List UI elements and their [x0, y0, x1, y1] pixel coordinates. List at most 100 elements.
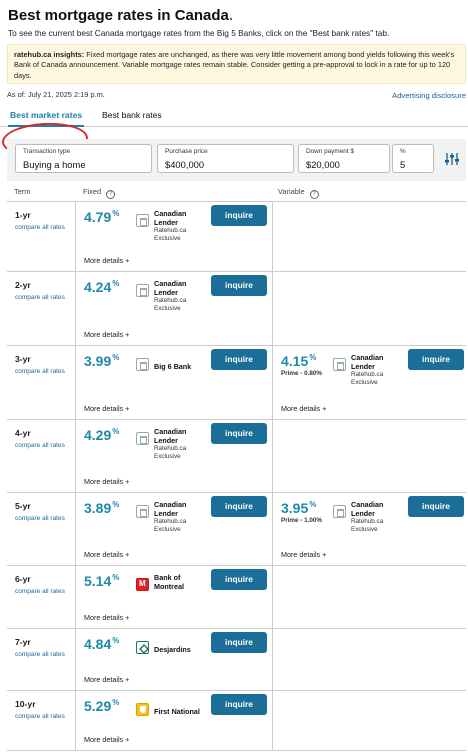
fixed-rate-cell: 3.89% Canadian Lender Ratehub.ca Exclusive in…	[75, 493, 273, 565]
inquire-button[interactable]: inquire	[211, 275, 267, 296]
building-icon	[136, 432, 149, 445]
lender-name: Canadian	[351, 500, 384, 509]
inquire-button[interactable]: inquire	[408, 349, 464, 370]
inquire-button[interactable]: inquire	[211, 349, 267, 370]
more-details-link[interactable]: More details +	[281, 404, 326, 413]
fixed-rate-cell: 5.29% First National inquire More details +	[75, 691, 273, 750]
tab-best-bank-rates[interactable]: Best bank rates	[102, 110, 162, 120]
building-icon	[136, 505, 149, 518]
more-details-link[interactable]: More details +	[84, 330, 129, 339]
insights-banner: ratehub.ca insights: Fixed mortgage rate…	[7, 44, 466, 84]
lender-subtitle: Exclusive	[154, 526, 181, 533]
more-details-link[interactable]: More details +	[84, 256, 129, 265]
purchase-price-input[interactable]: Purchase price $400,000	[157, 144, 294, 173]
compare-all-rates-link[interactable]: compare all rates	[15, 588, 65, 595]
fixed-rate-cell: 5.14% Bank ofMontreal inquire More details …	[75, 566, 273, 628]
compare-all-rates-link[interactable]: compare all rates	[15, 651, 65, 658]
lender-subtitle: Ratehub.ca	[154, 518, 187, 525]
inquire-button[interactable]: inquire	[211, 423, 267, 444]
lender-name: Big 6 Bank	[154, 362, 192, 371]
term-label: 10-yr	[15, 699, 36, 709]
variable-rate-cell-empty	[273, 202, 466, 271]
lender-name: Canadian	[154, 209, 187, 218]
transaction-type-value: Buying a home	[23, 159, 86, 170]
inquire-button[interactable]: inquire	[408, 496, 464, 517]
building-icon	[136, 358, 149, 371]
sliders-icon[interactable]	[444, 151, 460, 167]
table-row: 10-yr compare all rates 5.29% First Nationa…	[7, 690, 466, 750]
as-of-timestamp: As of: July 21, 2025 2:19 p.m.	[7, 90, 105, 99]
fixed-rate: 5.29%	[84, 698, 120, 714]
lender-name: Lender	[154, 509, 178, 518]
compare-all-rates-link[interactable]: compare all rates	[15, 368, 65, 375]
lender-subtitle: Ratehub.ca	[351, 371, 384, 378]
lender-name: Canadian	[351, 353, 384, 362]
table-row: 3-yr compare all rates 3.99% Big 6 Bank inqu…	[7, 345, 466, 419]
lender-name: Bank of	[154, 573, 181, 582]
term-label: 1-yr	[15, 210, 31, 220]
fixed-rate: 4.24%	[84, 279, 120, 295]
down-payment-percent-label: %	[400, 148, 406, 155]
variable-rate: 4.15%	[281, 353, 317, 369]
more-details-link[interactable]: More details +	[84, 735, 129, 744]
page-subtitle: To see the current best Canada mortgage …	[8, 28, 390, 38]
variable-rate-cell: 3.95% Prime - 1.00% Canadian Lender Ratehub.…	[273, 493, 466, 565]
page-title: Best mortgage rates in Canada.	[8, 7, 234, 24]
table-row: 6-yr compare all rates 5.14% Bank ofMontrea…	[7, 565, 466, 628]
variable-rate-cell-empty	[273, 566, 466, 628]
compare-all-rates-link[interactable]: compare all rates	[15, 442, 65, 449]
lender-name: Canadian	[154, 500, 187, 509]
down-payment-percent-value: 5	[400, 159, 406, 170]
inquire-button[interactable]: inquire	[211, 569, 267, 590]
more-details-link[interactable]: More details +	[84, 675, 129, 684]
lender-name: Lender	[154, 218, 178, 227]
prime-discount: Prime - 1.00%	[281, 517, 322, 524]
compare-all-rates-link[interactable]: compare all rates	[15, 713, 65, 720]
lender-subtitle: Ratehub.ca	[154, 227, 187, 234]
advertising-disclosure-link[interactable]: Advertising disclosure	[392, 91, 466, 100]
inquire-button[interactable]: inquire	[211, 632, 267, 653]
term-label: 3-yr	[15, 354, 31, 364]
variable-rate-cell: 4.15% Prime - 0.80% Canadian Lender Ratehub.…	[273, 346, 466, 419]
inquire-button[interactable]: inquire	[211, 205, 267, 226]
prime-discount: Prime - 0.80%	[281, 370, 322, 377]
down-payment-label: Down payment $	[306, 148, 354, 155]
more-details-link[interactable]: More details +	[281, 550, 326, 559]
variable-rate-cell-empty	[273, 420, 466, 492]
lender-name: Canadian	[154, 427, 187, 436]
filter-bar: Transaction type Buying a home Purchase …	[7, 139, 466, 181]
tab-best-market-rates[interactable]: Best market rates	[10, 110, 82, 120]
inquire-button[interactable]: inquire	[211, 694, 267, 715]
inquire-button[interactable]: inquire	[211, 496, 267, 517]
more-details-link[interactable]: More details +	[84, 550, 129, 559]
rate-tabs: Best market rates Best bank rates	[0, 103, 468, 127]
help-icon[interactable]: ?	[106, 190, 116, 199]
column-header-term: Term	[14, 187, 31, 196]
table-row: 5-yr compare all rates 3.89% Canadian Lender…	[7, 492, 466, 565]
lender-name: Lender	[154, 436, 178, 445]
more-details-link[interactable]: More details +	[84, 477, 129, 486]
more-details-link[interactable]: More details +	[84, 613, 129, 622]
lender-subtitle: Exclusive	[154, 453, 181, 460]
help-icon[interactable]: ?	[309, 190, 319, 199]
lender-subtitle: Exclusive	[351, 526, 378, 533]
lender-name: Lender	[154, 288, 178, 297]
lender-name: Canadian	[154, 279, 187, 288]
fixed-rate-cell: 4.29% Canadian Lender Ratehub.ca Exclusive in…	[75, 420, 273, 492]
term-label: 4-yr	[15, 428, 31, 438]
lender-name: Lender	[351, 509, 375, 518]
down-payment-percent-input[interactable]: % 5	[392, 144, 434, 173]
compare-all-rates-link[interactable]: compare all rates	[15, 515, 65, 522]
term-label: 6-yr	[15, 574, 31, 584]
active-tab-indicator	[8, 125, 84, 127]
compare-all-rates-link[interactable]: compare all rates	[15, 224, 65, 231]
transaction-type-select[interactable]: Transaction type Buying a home	[15, 144, 152, 173]
more-details-link[interactable]: More details +	[84, 404, 129, 413]
lender-name: Lender	[351, 362, 375, 371]
column-header-fixed: Fixed?	[83, 187, 116, 199]
insights-label: ratehub.ca insights:	[14, 50, 85, 59]
lender-name: Montreal	[154, 582, 184, 591]
lender-subtitle: Exclusive	[154, 305, 181, 312]
compare-all-rates-link[interactable]: compare all rates	[15, 294, 65, 301]
down-payment-input[interactable]: Down payment $ $20,000	[298, 144, 390, 173]
